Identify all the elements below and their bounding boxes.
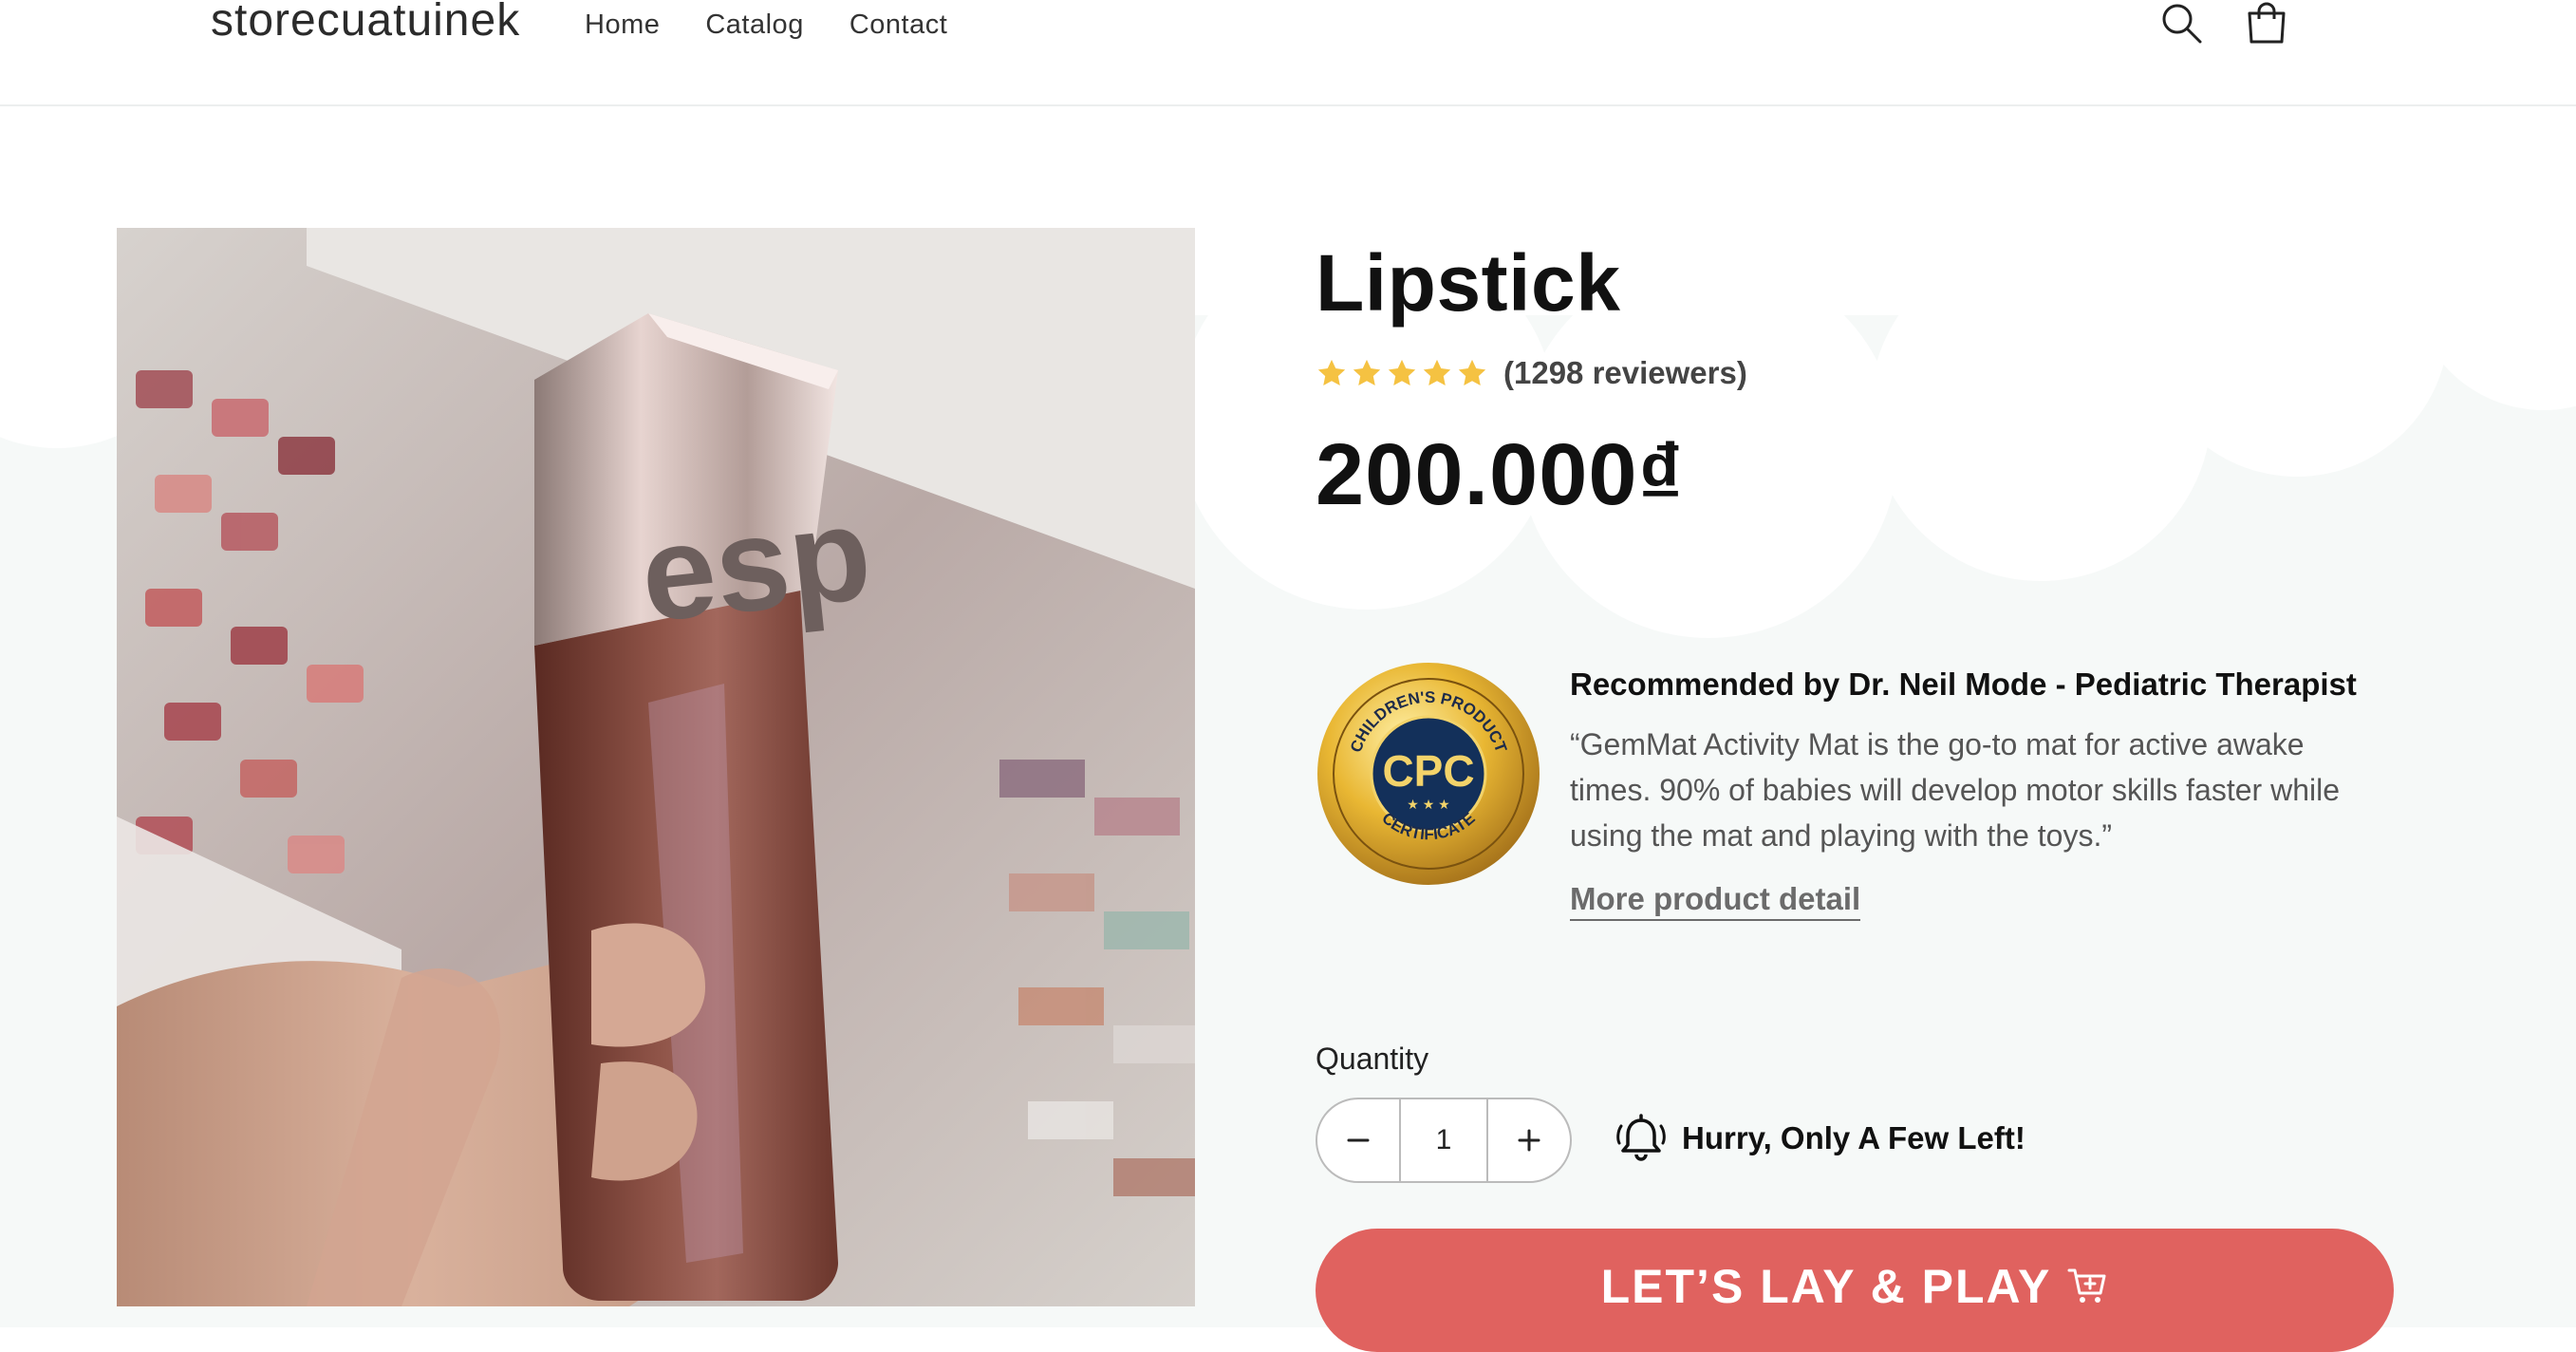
star-icon (1458, 359, 1486, 386)
quantity-input[interactable] (1399, 1099, 1488, 1181)
more-product-detail-link[interactable]: More product detail (1570, 881, 1861, 921)
star-rating (1316, 357, 1488, 389)
svg-text:★ ★ ★: ★ ★ ★ (1407, 797, 1449, 812)
quantity-increase-button[interactable] (1488, 1099, 1570, 1181)
star-icon (1388, 359, 1416, 386)
store-logo[interactable]: storecuatuinek (211, 0, 520, 47)
nav-catalog[interactable]: Catalog (705, 9, 803, 41)
star-icon (1353, 359, 1381, 386)
cart-icon[interactable] (2244, 0, 2289, 46)
cart-plus-icon (2067, 1268, 2106, 1303)
add-to-cart-label: LET’S LAY & PLAY (1600, 1260, 2052, 1313)
product-rating[interactable]: (1298 reviewers) (1316, 355, 1747, 391)
reviews-count[interactable]: (1298 reviewers) (1503, 355, 1747, 391)
nav-home[interactable]: Home (585, 9, 660, 41)
svg-text:CPC: CPC (1382, 746, 1474, 796)
nav-contact[interactable]: Contact (849, 9, 947, 41)
quantity-stepper (1316, 1098, 1572, 1183)
star-icon (1317, 359, 1346, 386)
stock-notice: Hurry, Only A Few Left! (1614, 1113, 2025, 1164)
product-price: 200.000₫ (1316, 426, 1684, 523)
main-nav: Home Catalog Contact (585, 9, 947, 41)
cpc-certificate-badge: CHILDREN'S PRODUCT CERTIFICATE CPC ★ ★ ★ (1316, 661, 1541, 887)
recommendation-quote: “GemMat Activity Mat is the go-to mat fo… (1570, 727, 2340, 853)
plus-icon (1518, 1129, 1540, 1152)
site-header: storecuatuinek Home Catalog Contact (0, 0, 2576, 106)
bell-icon (1616, 1114, 1666, 1161)
star-icon (1423, 359, 1451, 386)
product-title: Lipstick (1316, 238, 1621, 328)
recommendation-title: Recommended by Dr. Neil Mode - Pediatric… (1570, 667, 2357, 702)
quantity-label: Quantity (1316, 1042, 1429, 1076)
svg-text:esp: esp (634, 478, 877, 649)
product-image[interactable]: esp (117, 228, 1195, 1306)
add-to-cart-button[interactable]: LET’S LAY & PLAY (1316, 1229, 2394, 1352)
minus-icon (1347, 1138, 1370, 1142)
search-icon[interactable] (2158, 0, 2204, 46)
quantity-decrease-button[interactable] (1317, 1099, 1399, 1181)
stock-notice-text: Hurry, Only A Few Left! (1682, 1120, 2025, 1155)
